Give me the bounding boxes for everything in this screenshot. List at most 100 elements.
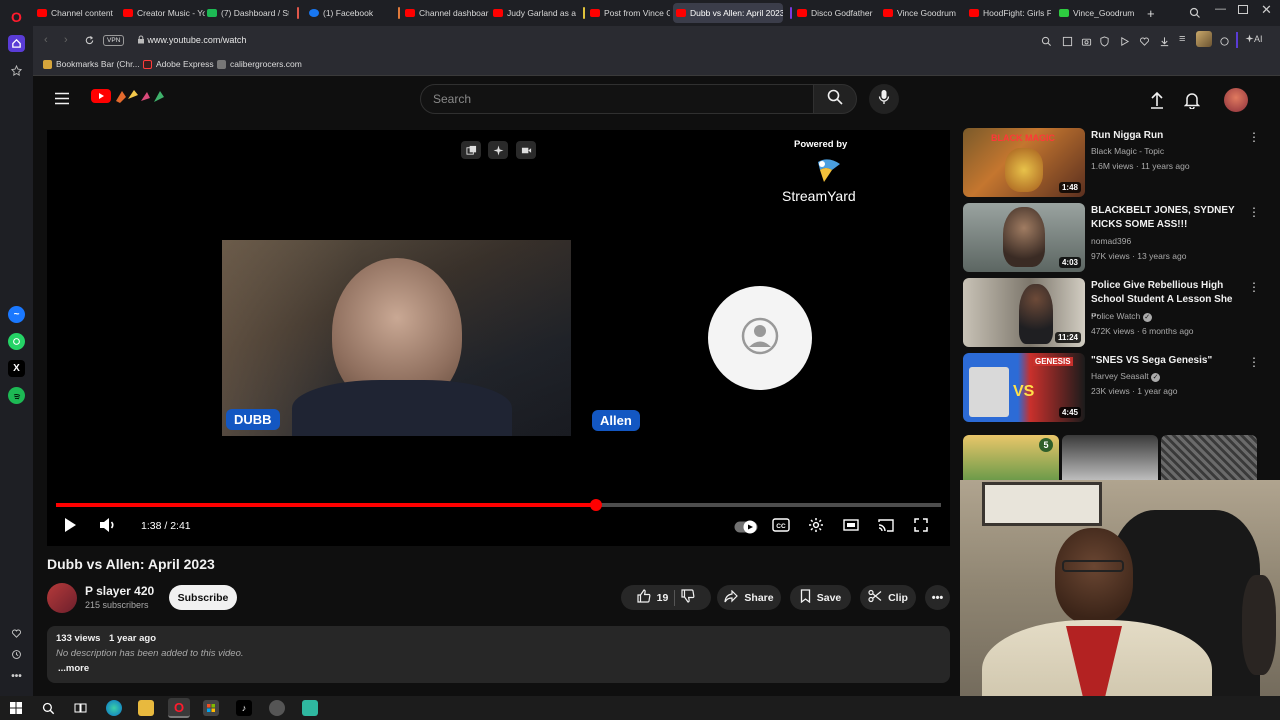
pinboard-icon[interactable] — [8, 62, 25, 79]
tab-vince-goodrum[interactable]: Vince Goodrum — [883, 3, 963, 23]
recommended-title[interactable]: BLACKBELT JONES, SYDNEY KICKS SOME ASS!!… — [1091, 204, 1239, 232]
opera-logo-icon[interactable]: O — [8, 8, 25, 25]
spotify-icon[interactable] — [8, 387, 25, 404]
search-button[interactable] — [813, 84, 857, 114]
video-thumbnail[interactable]: BLACK MAGIC 1:48 — [963, 128, 1085, 197]
recommended-channel[interactable]: Police Watch ✓ — [1091, 311, 1152, 322]
tiktok-icon[interactable]: ♪ — [236, 700, 252, 716]
camera-icon[interactable] — [1081, 34, 1092, 52]
show-more-link[interactable]: ...more — [58, 663, 89, 674]
channel-avatar[interactable] — [47, 583, 77, 613]
recommended-video[interactable]: 4:03 BLACKBELT JONES, SYDNEY KICKS SOME … — [963, 203, 1263, 273]
share-button[interactable]: Share — [717, 585, 781, 610]
minimize-icon[interactable]: — — [1215, 3, 1226, 15]
whatsapp-icon[interactable] — [8, 333, 25, 350]
close-icon[interactable]: ✕ — [1261, 2, 1272, 18]
streaming-app-icon[interactable] — [302, 700, 318, 716]
play-icon[interactable] — [1119, 34, 1130, 52]
edit-icon[interactable] — [1062, 34, 1073, 52]
kebab-menu-icon[interactable]: ⋮ — [1248, 205, 1260, 219]
tab-facebook[interactable]: (1) Facebook — [309, 3, 391, 23]
tab-dashboard[interactable]: (7) Dashboard / St — [207, 3, 289, 23]
history-icon[interactable] — [8, 646, 25, 663]
tab-channel-dashboard[interactable]: Channel dashboar — [405, 3, 491, 23]
search-page-icon[interactable] — [1041, 34, 1052, 52]
menu-lines-icon[interactable]: ≡ — [1179, 33, 1185, 45]
vpn-badge[interactable]: VPN — [103, 34, 125, 46]
new-tab-button[interactable]: + — [1147, 3, 1161, 23]
subtitles-button[interactable]: CC — [771, 517, 791, 536]
shorts-thumbnail[interactable] — [1062, 435, 1158, 480]
store-icon[interactable] — [203, 700, 219, 716]
settings-button[interactable] — [807, 517, 825, 536]
edge-icon[interactable] — [106, 700, 122, 716]
shorts-thumbnail[interactable] — [1161, 435, 1257, 480]
volume-button[interactable] — [97, 516, 119, 538]
tab-post-from-vince[interactable]: Post from Vince G — [590, 3, 670, 23]
video-thumbnail[interactable]: VS GENESIS 4:45 — [963, 353, 1085, 422]
subscribe-button[interactable]: Subscribe — [169, 585, 237, 610]
description-box[interactable]: 133 views 1 year ago No description has … — [47, 626, 950, 683]
recommended-video[interactable]: BLACK MAGIC 1:48 Run Nigga Run Black Mag… — [963, 128, 1263, 198]
back-icon[interactable]: ‹ — [44, 34, 48, 46]
progress-bar[interactable] — [56, 499, 941, 511]
shorts-thumbnail[interactable]: 5 — [963, 435, 1059, 480]
autoplay-toggle[interactable] — [734, 519, 758, 535]
youtube-logo-icon[interactable] — [91, 89, 111, 103]
video-camera-icon[interactable] — [516, 141, 536, 159]
ai-button[interactable]: AI — [1245, 34, 1263, 44]
profile-avatar[interactable] — [1196, 31, 1212, 47]
extensions-icon[interactable] — [1219, 34, 1230, 52]
tab-disco-godfather[interactable]: Disco Godfather — [797, 3, 877, 23]
kebab-menu-icon[interactable]: ⋮ — [1248, 130, 1260, 144]
recommended-video[interactable]: VS GENESIS 4:45 "SNES VS Sega Genesis" H… — [963, 353, 1263, 423]
hamburger-menu-icon[interactable] — [54, 92, 70, 110]
app-icon[interactable] — [269, 700, 285, 716]
kebab-menu-icon[interactable]: ⋮ — [1248, 355, 1260, 369]
forward-icon[interactable]: › — [64, 34, 68, 46]
recommended-title[interactable]: "SNES VS Sega Genesis" — [1091, 354, 1239, 368]
more-actions-button[interactable]: ••• — [925, 585, 950, 610]
restore-icon[interactable] — [1238, 5, 1248, 14]
recommended-title[interactable]: Run Nigga Run — [1091, 129, 1239, 143]
more-icon[interactable]: ••• — [8, 668, 25, 685]
recommended-video[interactable]: 11:24 Police Give Rebellious High School… — [963, 278, 1263, 348]
windows-start-icon[interactable] — [8, 700, 24, 716]
tab-judy-garland[interactable]: Judy Garland as a — [493, 3, 579, 23]
url-text[interactable]: www.youtube.com/watch — [147, 35, 246, 45]
fullscreen-button[interactable] — [912, 517, 930, 536]
task-view-icon[interactable] — [72, 700, 88, 716]
home-icon[interactable] — [8, 35, 25, 52]
lock-icon[interactable] — [137, 35, 145, 46]
scrubber-handle[interactable] — [589, 499, 602, 511]
clip-button[interactable]: Clip — [860, 585, 916, 610]
account-avatar[interactable] — [1224, 88, 1248, 112]
dislike-button[interactable] — [681, 589, 695, 606]
sparkle-icon[interactable] — [488, 141, 508, 159]
url-field[interactable]: VPN www.youtube.com/watch — [103, 30, 1223, 50]
opera-taskbar-button[interactable]: O — [168, 698, 190, 718]
tab-channel-content[interactable]: Channel content — [37, 3, 119, 23]
video-thumbnail[interactable]: 11:24 — [963, 278, 1085, 347]
bookmark-item[interactable]: calibergrocers.com — [217, 59, 302, 69]
voice-search-button[interactable] — [869, 84, 899, 114]
like-button[interactable]: 19 — [637, 589, 668, 606]
shield-icon[interactable] — [1099, 34, 1110, 52]
recommended-channel[interactable]: Harvey Seasalt ✓ — [1091, 371, 1161, 382]
bookmark-item[interactable]: Bookmarks Bar (Chr... — [43, 59, 140, 69]
heart-icon[interactable] — [8, 625, 25, 642]
tab-vince-goodrum-2[interactable]: Vince_Goodrum — [1059, 3, 1143, 23]
taskbar-search-icon[interactable] — [40, 700, 56, 716]
collection-icon[interactable] — [461, 141, 481, 159]
upload-icon[interactable] — [1149, 91, 1165, 114]
recommended-channel[interactable]: Black Magic - Topic — [1091, 146, 1164, 156]
cast-button[interactable] — [877, 518, 895, 536]
search-input[interactable]: Search — [420, 84, 814, 114]
tab-dubb-vs-allen[interactable]: Dubb vs Allen: April 2023 — [673, 3, 783, 23]
download-icon[interactable] — [1159, 34, 1170, 52]
bookmark-item[interactable]: Adobe Express — [143, 59, 214, 69]
video-player[interactable]: Powered by StreamYard DUBB Allen 1:38 / … — [47, 130, 950, 546]
theater-mode-button[interactable] — [842, 518, 860, 536]
play-button[interactable] — [59, 516, 81, 538]
save-button[interactable]: Save — [790, 585, 851, 610]
